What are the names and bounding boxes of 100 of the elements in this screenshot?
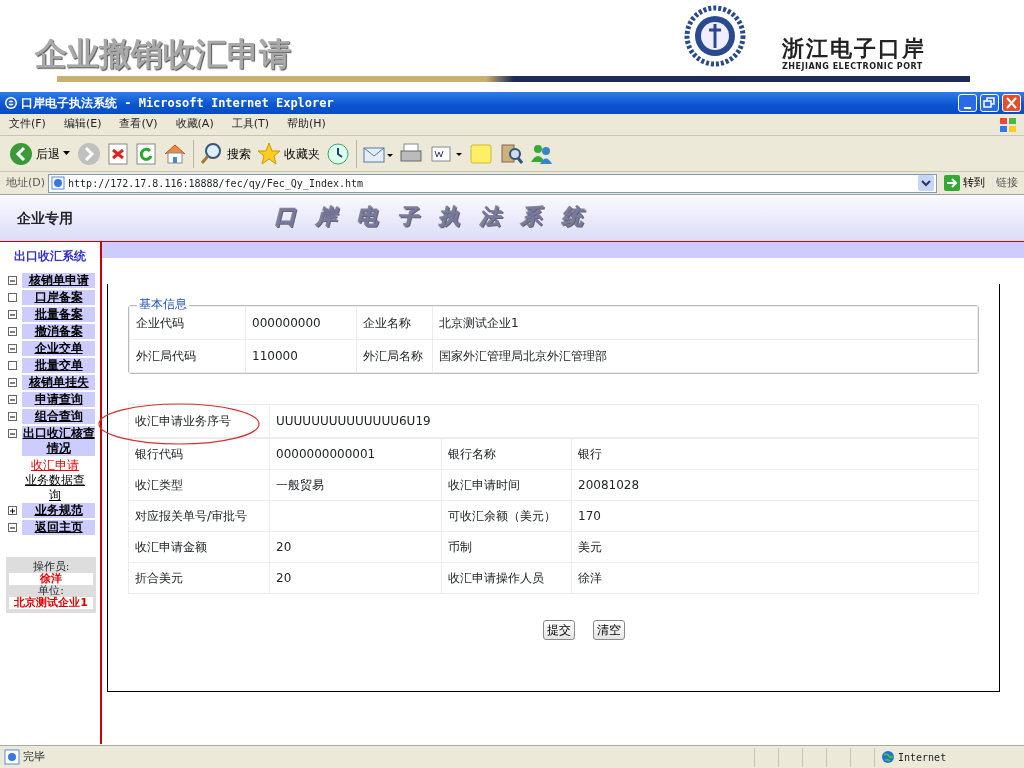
search-icon xyxy=(200,141,224,166)
sidebar-link[interactable]: 口岸备案 xyxy=(22,290,95,305)
value-cell: UUUUUUUUUUUUUU6U19 xyxy=(269,404,979,438)
menu-item[interactable]: 编辑(E) xyxy=(54,116,111,133)
zone-text: Internet xyxy=(898,750,947,765)
value-cell: 170 xyxy=(571,500,979,532)
value-cell: 美元 xyxy=(571,531,979,563)
sidebar-link[interactable]: 申请查询 xyxy=(22,392,95,407)
sidebar-link[interactable]: 批量交单 xyxy=(22,358,95,373)
sidebar-link[interactable]: 撤消备案 xyxy=(22,324,95,339)
value-cell: 20 xyxy=(269,531,442,563)
side-title: 企业专用 xyxy=(16,208,74,228)
operator-name: 徐洋 xyxy=(9,573,93,585)
menu-item[interactable]: 收藏(A) xyxy=(166,116,223,133)
collapse-icon[interactable] xyxy=(8,327,17,336)
globe-icon xyxy=(881,750,895,764)
label-cell: 收汇申请操作人员 xyxy=(441,562,572,594)
close-icon xyxy=(1003,95,1020,111)
back-button[interactable]: 后退 xyxy=(6,138,74,169)
window-title: 口岸电子执法系统 - Microsoft Internet Explorer xyxy=(21,95,335,112)
restore-icon xyxy=(981,95,998,111)
minimize-button[interactable] xyxy=(958,94,977,112)
go-button[interactable]: 转到 xyxy=(940,174,989,192)
collapse-icon[interactable] xyxy=(8,378,17,387)
favorites-button[interactable]: 收藏夹 xyxy=(254,138,323,169)
search-button[interactable]: 搜索 xyxy=(197,138,254,169)
value-cell: 000000000 xyxy=(245,306,357,340)
collapse-icon[interactable] xyxy=(8,523,17,532)
menu-item[interactable]: 查看(V) xyxy=(110,116,167,133)
value-cell: 国家外汇管理局北京外汇管理部 xyxy=(432,339,978,373)
label-cell: 银行代码 xyxy=(128,438,270,470)
value-cell: 银行 xyxy=(571,438,979,470)
value-cell: 110000 xyxy=(245,339,357,373)
sidebar-sublink[interactable]: 收汇申请 xyxy=(0,458,100,473)
label-cell: 收汇申请时间 xyxy=(441,469,572,501)
collapse-icon[interactable] xyxy=(8,276,17,285)
star-icon xyxy=(257,141,281,166)
expand-icon[interactable] xyxy=(8,506,17,515)
sidebar-link[interactable]: 业务规范 xyxy=(22,503,95,518)
label-cell: 收汇类型 xyxy=(128,469,270,501)
label-cell: 币制 xyxy=(441,531,572,563)
tree-box-icon[interactable] xyxy=(8,293,17,302)
slide-title: 企业撤销收汇申请 xyxy=(35,34,291,75)
banner-title: 口岸电子执法系统 xyxy=(275,204,603,232)
close-button[interactable] xyxy=(1002,94,1021,112)
tree-box-icon[interactable] xyxy=(8,361,17,370)
value-cell: 20 xyxy=(269,562,442,594)
links-label: 链接 xyxy=(992,174,1024,192)
sidebar-link[interactable]: 核销单申请 xyxy=(22,273,95,288)
form-button[interactable]: 清空 xyxy=(592,620,625,640)
value-cell: 0000000000001 xyxy=(269,438,442,470)
page-icon xyxy=(51,176,66,190)
sidebar-title: 出口收汇系统 xyxy=(13,248,87,265)
operator-label: 操作员: xyxy=(31,561,71,573)
refresh-icon xyxy=(135,141,157,166)
label-cell: 对应报关单号/审批号 xyxy=(128,500,270,532)
browser-icon xyxy=(4,96,18,110)
sidebar-link[interactable]: 批量备案 xyxy=(22,307,95,322)
label-cell: 收汇申请金额 xyxy=(128,531,270,563)
research-icon xyxy=(499,141,523,166)
address-field[interactable]: http://172.17.8.116:18888/fec/qy/Fec_Qy_Index.htm xyxy=(48,173,937,193)
value-cell: 徐洋 xyxy=(571,562,979,594)
label-cell: 折合美元 xyxy=(128,562,270,594)
value-cell: 一般贸易 xyxy=(269,469,442,501)
note-icon xyxy=(469,141,493,166)
collapse-icon[interactable] xyxy=(8,344,17,353)
label-cell: 收汇申请业务序号 xyxy=(128,404,270,438)
form-button[interactable]: 提交 xyxy=(542,620,575,640)
sidebar-link[interactable]: 出口收汇核查情况 xyxy=(22,426,95,456)
address-label: 地址(D) xyxy=(6,174,46,191)
sidebar-link[interactable]: 组合查询 xyxy=(22,409,95,424)
arrow-icon xyxy=(944,175,960,191)
caret-icon xyxy=(63,150,71,157)
menu-item[interactable]: 文件(F) xyxy=(0,116,55,133)
collapse-icon[interactable] xyxy=(8,429,17,438)
windows-flag-icon xyxy=(998,115,1018,134)
logo-subtitle: ZHEJIANG ELECTRONIC PORT xyxy=(782,61,923,73)
collapse-icon[interactable] xyxy=(8,412,17,421)
label-cell: 外汇局名称 xyxy=(356,339,433,373)
sidebar-link[interactable]: 返回主页 xyxy=(22,520,95,535)
unit-label: 单位: xyxy=(38,585,65,597)
sidebar-link[interactable]: 企业交单 xyxy=(22,341,95,356)
page-icon xyxy=(4,749,20,765)
restore-button[interactable] xyxy=(980,94,999,112)
menu-item[interactable]: 工具(T) xyxy=(222,116,278,133)
label-cell: 外汇局代码 xyxy=(129,339,246,373)
minimize-icon xyxy=(964,106,971,109)
label-cell: 可收汇余额（美元） xyxy=(441,500,572,532)
logo-text: 浙江电子口岸 xyxy=(782,38,926,60)
menu-item[interactable]: 帮助(H) xyxy=(278,116,335,133)
value-cell: 北京测试企业1 xyxy=(432,306,978,340)
collapse-icon[interactable] xyxy=(8,310,17,319)
status-text: 完毕 xyxy=(23,748,46,765)
unit-name: 北京测试企业1 xyxy=(9,597,93,609)
sidebar-link[interactable]: 核销单挂失 xyxy=(22,375,95,390)
label-cell: 企业名称 xyxy=(356,306,433,340)
collapse-icon[interactable] xyxy=(8,395,17,404)
stop-icon xyxy=(107,141,129,166)
label-cell: 银行名称 xyxy=(441,438,572,470)
sidebar-sublink[interactable]: 业务数据查询 xyxy=(0,473,100,503)
